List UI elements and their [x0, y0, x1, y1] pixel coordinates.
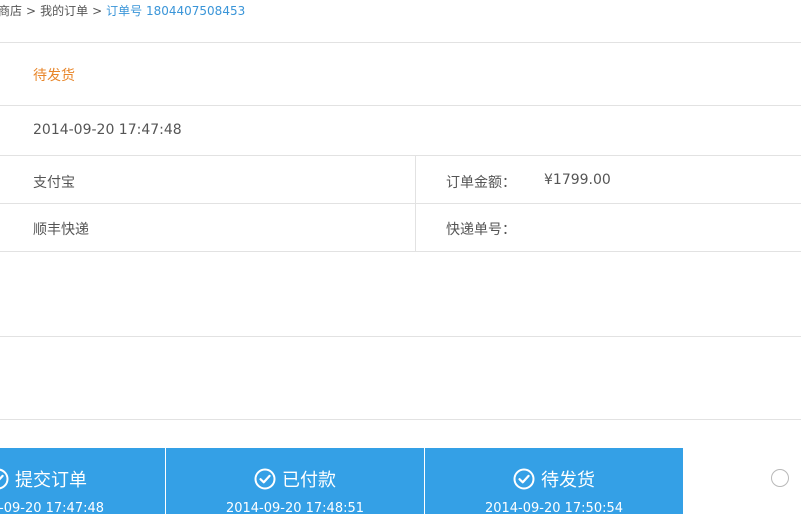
breadcrumb: 商店 > 我的订单 > 订单号 1804407508453	[0, 2, 245, 19]
divider	[0, 251, 801, 252]
tracking-number-label: 快递单号：	[446, 222, 516, 238]
divider	[0, 336, 801, 337]
progress-step-time: 2014-09-20 17:48:51	[225, 501, 365, 514]
order-progress-tracker: 提交订单 2014-09-20 17:47:48 已付款 2014-09-20 …	[0, 448, 801, 514]
progress-step-label: 提交订单	[15, 470, 87, 491]
check-circle-icon	[513, 468, 535, 490]
empty-circle-icon	[771, 469, 789, 487]
breadcrumb-item-shop[interactable]: 商店	[0, 4, 22, 18]
divider	[0, 419, 801, 420]
progress-step-awaiting-shipment: 待发货 2014-09-20 17:50:54	[425, 448, 683, 514]
payment-method: 支付宝	[33, 175, 75, 191]
progress-step-submitted: 提交订单 2014-09-20 17:47:48	[0, 448, 165, 514]
order-created-time: 2014-09-20 17:47:48	[33, 122, 182, 138]
breadcrumb-separator: >	[26, 4, 37, 18]
check-circle-icon	[254, 468, 276, 490]
progress-step-time: 2014-09-20 17:50:54	[484, 501, 624, 514]
breadcrumb-current-order: 订单号 1804407508453	[106, 4, 246, 18]
shipping-method: 顺丰快递	[33, 222, 89, 238]
divider	[0, 105, 801, 106]
check-circle-icon	[0, 468, 9, 490]
progress-step-time: 2014-09-20 17:47:48	[0, 501, 105, 514]
progress-step-label: 待发货	[541, 470, 595, 491]
breadcrumb-item-my-orders[interactable]: 我的订单	[40, 4, 88, 18]
order-status: 待发货	[33, 68, 75, 84]
divider	[0, 42, 801, 43]
divider	[0, 203, 801, 204]
order-amount-label: 订单金额：	[446, 175, 516, 191]
divider	[0, 155, 801, 156]
progress-step-label: 已付款	[282, 470, 336, 491]
column-divider	[415, 155, 416, 252]
breadcrumb-separator: >	[92, 4, 103, 18]
order-amount-value: ¥1799.00	[544, 172, 611, 188]
progress-step-paid: 已付款 2014-09-20 17:48:51	[166, 448, 424, 514]
